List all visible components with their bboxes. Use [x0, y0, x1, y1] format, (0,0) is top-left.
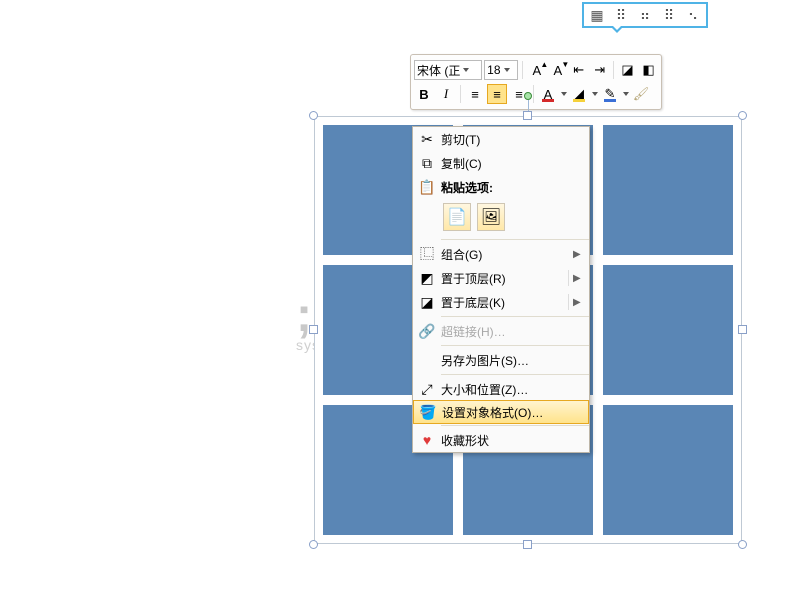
resize-handle-tr[interactable]	[738, 111, 747, 120]
menu-label: 设置对象格式(O)…	[442, 404, 582, 421]
menu-label: 大小和位置(Z)…	[441, 381, 583, 398]
scissors-icon: ✂	[413, 131, 441, 148]
gallery-opt-4[interactable]: ⠿	[660, 6, 678, 24]
submenu-arrow-icon: ▶	[573, 249, 583, 260]
menu-hyperlink: 🔗 超链接(H)…	[413, 319, 589, 343]
menu-save-as-picture[interactable]: 另存为图片(S)…	[413, 348, 589, 372]
resize-handle-b[interactable]	[523, 540, 532, 549]
menu-label: 粘贴选项:	[441, 179, 583, 196]
separator	[533, 85, 534, 103]
context-menu: ✂ 剪切(T) ⧉ 复制(C) 📋 粘贴选项: 📄 🖼 ⿺ 组合(G) ▶ ◩ …	[412, 126, 590, 453]
submenu-arrow-icon: ▶	[573, 297, 583, 308]
group-icon: ⿺	[413, 244, 441, 264]
shrink-font-button[interactable]: A▼	[548, 60, 567, 80]
separator	[613, 61, 614, 79]
menu-label: 置于底层(K)	[441, 294, 564, 311]
tile	[603, 125, 733, 255]
menu-label: 剪切(T)	[441, 131, 583, 148]
menu-label: 置于顶层(R)	[441, 270, 564, 287]
resize-handle-br[interactable]	[738, 540, 747, 549]
menu-label: 收藏形状	[441, 432, 583, 449]
paste-keep-source[interactable]: 📄	[443, 203, 471, 231]
decrease-indent-button[interactable]: ⇤	[569, 60, 588, 80]
separator	[441, 239, 589, 240]
tile	[603, 265, 733, 395]
menu-size-position[interactable]: ⤢ 大小和位置(Z)…	[413, 377, 589, 401]
rotate-stem	[528, 100, 529, 111]
font-name-value: 宋体 (正	[417, 62, 460, 79]
resize-handle-l[interactable]	[309, 325, 318, 334]
separator	[568, 294, 569, 310]
resize-handle-bl[interactable]	[309, 540, 318, 549]
separator	[522, 61, 523, 79]
shape-outline-button[interactable]: ✎	[600, 84, 620, 104]
separator	[568, 270, 569, 286]
font-size-combo[interactable]: 18	[484, 60, 518, 80]
font-color-button[interactable]: A	[538, 84, 558, 104]
size-position-icon: ⤢	[413, 381, 441, 398]
menu-format-object[interactable]: 🪣 设置对象格式(O)…	[413, 400, 589, 424]
submenu-arrow-icon: ▶	[573, 273, 583, 284]
paste-options: 📄 🖼	[413, 199, 589, 237]
menu-bring-front[interactable]: ◩ 置于顶层(R) ▶	[413, 266, 589, 290]
clipboard-icon: 📋	[413, 179, 441, 196]
menu-paste-header: 📋 粘贴选项:	[413, 175, 589, 199]
rotate-handle[interactable]	[524, 92, 532, 100]
italic-button[interactable]: I	[436, 84, 456, 104]
font-color-dropdown[interactable]	[560, 92, 567, 96]
bold-button[interactable]: B	[414, 84, 434, 104]
shape-fill-button[interactable]: ◢	[569, 84, 589, 104]
grow-font-button[interactable]: A▲	[527, 60, 546, 80]
gallery-opt-2[interactable]: ⠿	[612, 6, 630, 24]
separator	[460, 85, 461, 103]
format-object-icon: 🪣	[414, 404, 442, 421]
gallery-opt-3[interactable]: ⠶	[636, 6, 654, 24]
gallery-opt-5[interactable]: ⠢	[684, 6, 702, 24]
menu-label: 复制(C)	[441, 155, 583, 172]
menu-label: 组合(G)	[441, 246, 573, 263]
bring-front-icon: ◩	[413, 270, 441, 287]
copy-icon: ⧉	[413, 155, 441, 172]
gallery-pointer	[610, 26, 624, 33]
menu-label: 另存为图片(S)…	[441, 352, 583, 369]
increase-indent-button[interactable]: ⇥	[590, 60, 609, 80]
separator	[441, 345, 589, 346]
align-left-button[interactable]: ≡	[465, 84, 485, 104]
menu-label: 超链接(H)…	[441, 323, 583, 340]
resize-handle-r[interactable]	[738, 325, 747, 334]
font-name-combo[interactable]: 宋体 (正	[414, 60, 482, 80]
view-gallery-strip[interactable]: ▦ ⠿ ⠶ ⠿ ⠢	[582, 2, 708, 28]
paste-as-picture[interactable]: 🖼	[477, 203, 505, 231]
tile	[603, 405, 733, 535]
hyperlink-icon: 🔗	[413, 323, 441, 340]
align-center-button[interactable]: ≡	[487, 84, 507, 104]
quick-styles-button[interactable]: ◧	[639, 60, 658, 80]
resize-handle-tl[interactable]	[309, 111, 318, 120]
separator	[441, 374, 589, 375]
mini-toolbar: 宋体 (正 18 A▲ A▼ ⇤ ⇥ ◪ ◧ B I ≡ ≡ ≡ A ◢ ✎ 🖌	[410, 54, 662, 110]
separator	[441, 316, 589, 317]
menu-send-back[interactable]: ◪ 置于底层(K) ▶	[413, 290, 589, 314]
menu-cut[interactable]: ✂ 剪切(T)	[413, 127, 589, 151]
separator	[441, 425, 589, 426]
font-size-value: 18	[487, 63, 500, 77]
format-painter-button[interactable]: 🖌	[631, 84, 651, 104]
arrange-button[interactable]: ◪	[618, 60, 637, 80]
gallery-opt-1[interactable]: ▦	[588, 6, 606, 24]
menu-group[interactable]: ⿺ 组合(G) ▶	[413, 242, 589, 266]
heart-icon: ♥	[413, 432, 441, 448]
shape-fill-dropdown[interactable]	[591, 92, 598, 96]
menu-favorite-shape[interactable]: ♥ 收藏形状	[413, 428, 589, 452]
resize-handle-t[interactable]	[523, 111, 532, 120]
shape-outline-dropdown[interactable]	[622, 92, 629, 96]
menu-copy[interactable]: ⧉ 复制(C)	[413, 151, 589, 175]
send-back-icon: ◪	[413, 294, 441, 311]
